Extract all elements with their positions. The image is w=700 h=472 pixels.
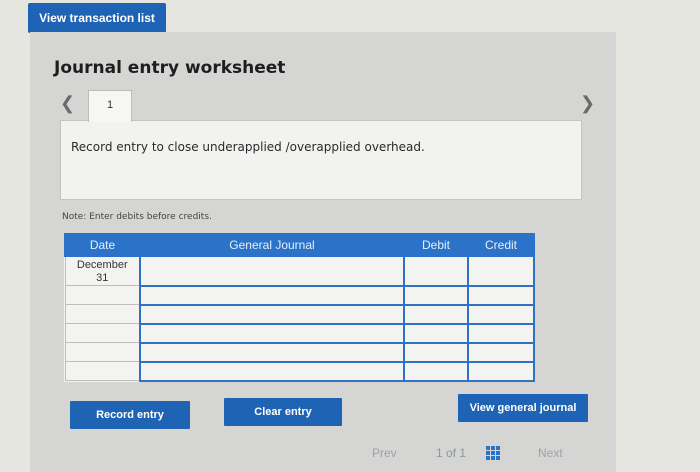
date-cell[interactable] (64, 304, 141, 324)
grid-icon[interactable] (486, 446, 500, 460)
chevron-right-icon[interactable]: ❯ (580, 93, 595, 114)
prev-page-button[interactable]: Prev (372, 446, 397, 460)
table-row (64, 284, 535, 306)
account-cell[interactable] (139, 341, 405, 363)
date-day: 31 (96, 272, 109, 284)
page-of: of (446, 446, 457, 460)
entry-description-box: Record entry to close underapplied /over… (60, 120, 582, 200)
prev-page-label: Prev (372, 446, 397, 460)
tab-label: 1 (106, 99, 114, 111)
table-row: December 31 (64, 255, 535, 287)
table-row (64, 360, 535, 382)
chevron-left-icon[interactable]: ❮ (60, 93, 75, 114)
table-row (64, 322, 535, 344)
column-header-general-journal: General Journal (139, 233, 405, 257)
record-entry-button[interactable]: Record entry (70, 401, 190, 429)
column-header-debit: Debit (403, 233, 469, 257)
debit-cell[interactable] (403, 303, 469, 325)
credit-cell[interactable] (467, 322, 535, 344)
credit-cell[interactable] (467, 284, 535, 306)
entry-description: Record entry to close underapplied /over… (71, 140, 425, 154)
credit-cell[interactable] (467, 341, 535, 363)
page-indicator: 1 of 1 (436, 446, 466, 460)
tab-entry-1[interactable]: 1 (88, 90, 132, 122)
instruction-note: Note: Enter debits before credits. (62, 212, 212, 222)
page-current: 1 (436, 446, 443, 460)
page-total: 1 (459, 446, 467, 460)
page-title: Journal entry worksheet (54, 58, 286, 78)
date-cell[interactable] (64, 285, 141, 305)
table-row (64, 341, 535, 363)
debit-cell[interactable] (403, 341, 469, 363)
column-header-date: Date (64, 233, 141, 257)
account-cell[interactable] (139, 322, 405, 344)
clear-entry-button[interactable]: Clear entry (224, 398, 342, 426)
column-header-credit: Credit (467, 233, 535, 257)
table-header-row: Date General Journal Debit Credit (64, 233, 535, 257)
journal-table: Date General Journal Debit Credit Decemb… (64, 233, 535, 382)
date-cell[interactable] (64, 361, 141, 381)
date-cell[interactable] (64, 323, 141, 343)
table-row (64, 303, 535, 325)
account-cell[interactable] (139, 303, 405, 325)
credit-cell[interactable] (467, 360, 535, 382)
next-page-button[interactable]: Next (538, 446, 563, 460)
account-cell[interactable] (139, 360, 405, 382)
debit-cell[interactable] (403, 255, 469, 287)
credit-cell[interactable] (467, 255, 535, 287)
debit-cell[interactable] (403, 360, 469, 382)
debit-cell[interactable] (403, 284, 469, 306)
account-cell[interactable] (139, 255, 405, 287)
next-page-label: Next (538, 446, 563, 460)
view-transaction-list-button[interactable]: View transaction list (28, 3, 166, 33)
debit-cell[interactable] (403, 322, 469, 344)
date-cell[interactable] (64, 342, 141, 362)
view-general-journal-button[interactable]: View general journal (458, 394, 588, 422)
credit-cell[interactable] (467, 303, 535, 325)
account-cell[interactable] (139, 284, 405, 306)
date-month: December (76, 259, 128, 271)
date-cell[interactable]: December 31 (64, 255, 141, 286)
